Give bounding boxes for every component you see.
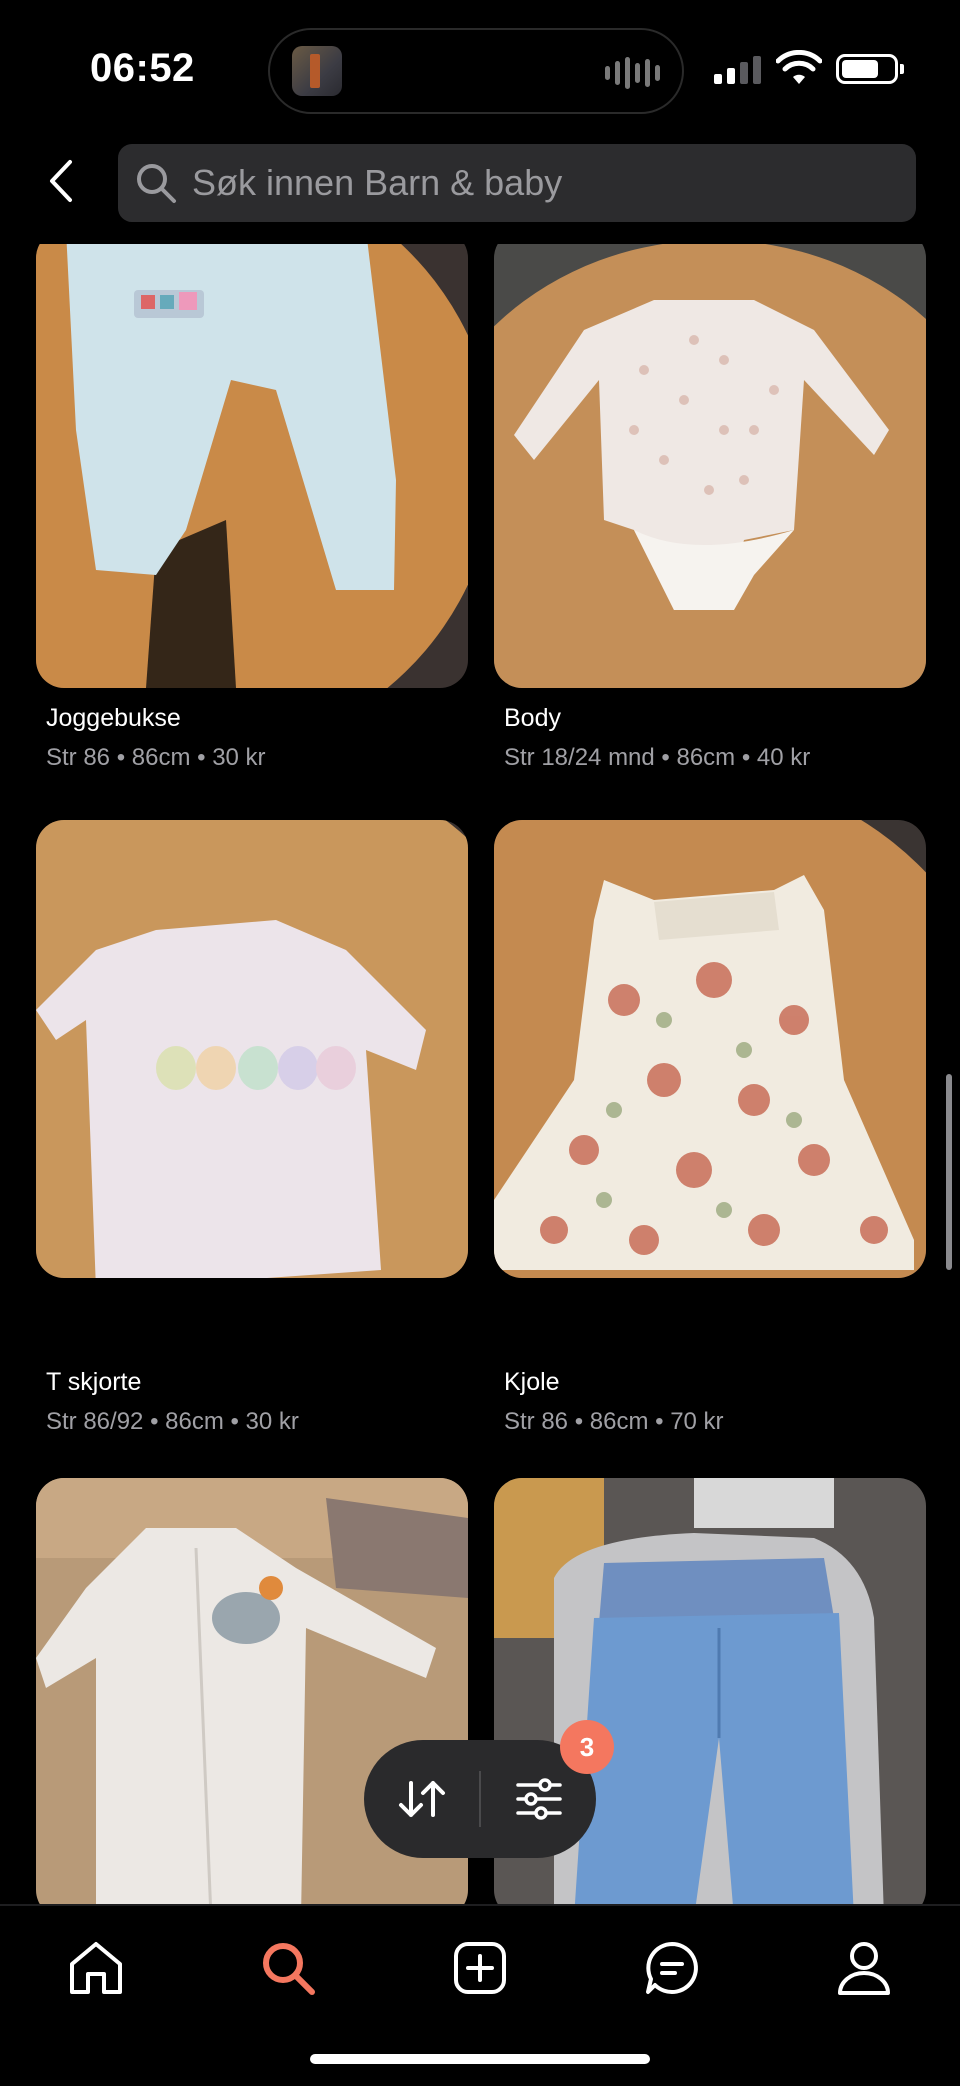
add-icon xyxy=(454,1942,506,1994)
messages-icon xyxy=(646,1942,698,1994)
listing-card[interactable]: Joggebukse Str 86 • 86cm • 30 kr xyxy=(36,244,468,771)
status-time: 06:52 xyxy=(90,46,195,90)
listing-photo[interactable] xyxy=(494,244,926,688)
tab-messages[interactable] xyxy=(632,1928,712,2008)
back-button[interactable] xyxy=(36,154,86,208)
listing-grid[interactable]: Joggebukse Str 86 • 86cm • 30 kr Body St… xyxy=(0,244,960,1904)
cellular-signal-icon xyxy=(714,54,761,84)
audio-waveform-icon xyxy=(605,56,660,90)
filter-count-badge: 3 xyxy=(560,1720,614,1774)
scroll-indicator[interactable] xyxy=(946,1074,952,1270)
tab-home[interactable] xyxy=(56,1928,136,2008)
listing-photo[interactable] xyxy=(36,820,468,1278)
battery-icon xyxy=(836,54,904,84)
profile-icon xyxy=(838,1942,890,1995)
listing-meta: Str 86 • 86cm • 30 kr xyxy=(46,744,266,771)
listing-card[interactable]: Kjole Str 86 • 86cm • 70 kr xyxy=(494,820,926,1435)
search-input[interactable] xyxy=(192,162,872,204)
listing-card[interactable]: T skjorte Str 86/92 • 86cm • 30 kr xyxy=(36,820,468,1435)
listing-meta: Str 86/92 • 86cm • 30 kr xyxy=(46,1408,299,1435)
sort-button[interactable] xyxy=(364,1740,479,1858)
sort-filter-pill xyxy=(364,1740,596,1858)
filter-sliders-icon xyxy=(515,1778,562,1820)
listing-title: Body xyxy=(504,704,561,732)
listing-card[interactable]: Body Str 18/24 mnd • 86cm • 40 kr xyxy=(494,244,926,771)
home-indicator[interactable] xyxy=(310,2054,650,2064)
wifi-icon xyxy=(776,50,822,84)
tab-search[interactable] xyxy=(248,1928,328,2008)
listing-title: Joggebukse xyxy=(46,704,181,732)
sort-icon xyxy=(398,1781,445,1817)
dynamic-island[interactable] xyxy=(268,28,684,114)
home-icon xyxy=(70,1942,122,1994)
search-icon xyxy=(137,164,176,203)
tab-new-ad[interactable] xyxy=(440,1928,520,2008)
search-icon xyxy=(263,1943,315,1995)
listing-title: Kjole xyxy=(504,1368,560,1396)
listing-photo[interactable] xyxy=(36,244,468,688)
search-bar[interactable] xyxy=(118,144,916,222)
listing-meta: Str 86 • 86cm • 70 kr xyxy=(504,1408,724,1435)
tab-profile[interactable] xyxy=(824,1928,904,2008)
chevron-left-icon xyxy=(50,160,72,202)
listing-meta: Str 18/24 mnd • 86cm • 40 kr xyxy=(504,744,811,771)
listing-title: T skjorte xyxy=(46,1368,142,1396)
listing-photo[interactable] xyxy=(494,820,926,1278)
now-playing-thumbnail xyxy=(292,46,342,96)
status-bar: 06:52 xyxy=(0,0,960,130)
